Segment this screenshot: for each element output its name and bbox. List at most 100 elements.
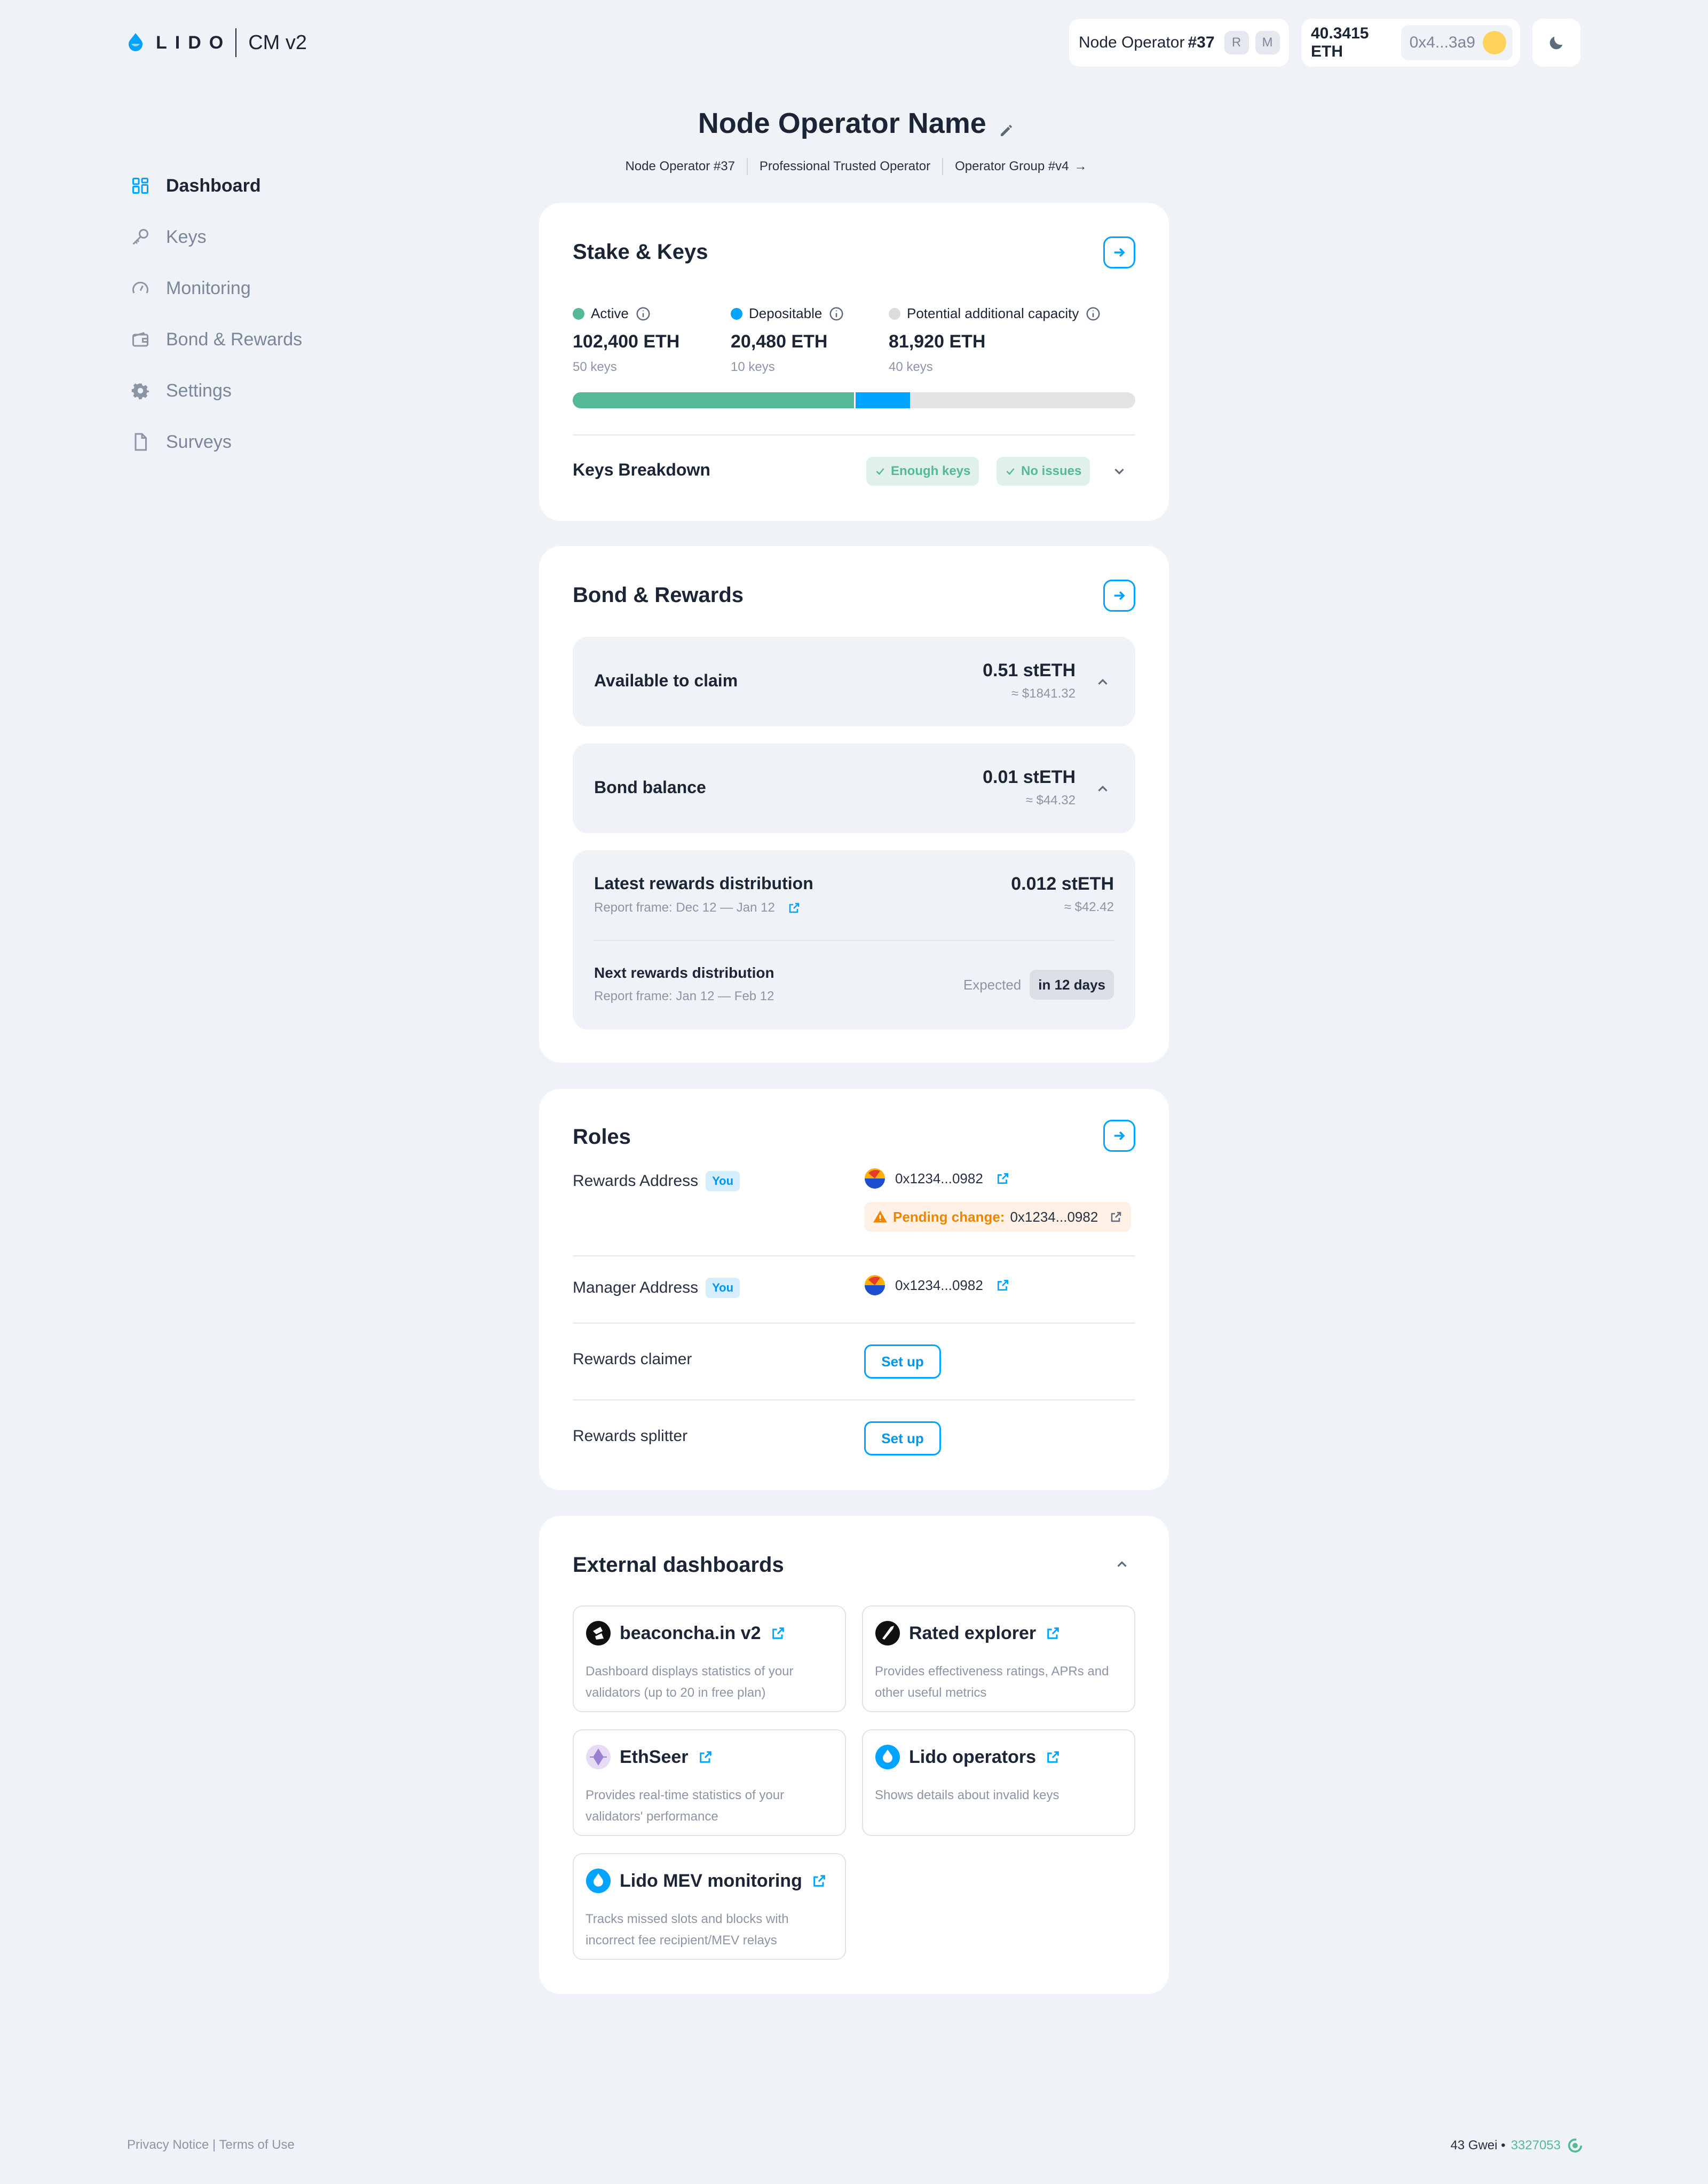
ext-dashboard-name: Lido MEV monitoring <box>620 1870 802 1891</box>
sidebar-item-label: Keys <box>166 226 207 247</box>
rewards-claimer-label: Rewards claimer <box>573 1350 692 1368</box>
wallet-icon <box>132 332 148 347</box>
chevron-up-icon[interactable] <box>1095 781 1111 797</box>
info-icon[interactable] <box>1085 306 1101 322</box>
external-link-icon <box>813 1875 825 1887</box>
breadcrumb-operator-type: Professional Trusted Operator <box>759 159 931 173</box>
badge-label: Enough keys <box>891 464 971 478</box>
external-link-icon[interactable] <box>996 1278 1010 1292</box>
roles-title: Roles <box>573 1125 631 1149</box>
theme-toggle-button[interactable] <box>1532 19 1580 67</box>
arrow-right-icon <box>1114 1131 1125 1141</box>
stake-progress-bar <box>573 392 1135 408</box>
lido-icon <box>586 1869 611 1893</box>
external-dashboards-title: External dashboards <box>573 1553 784 1577</box>
roles-open-button[interactable] <box>1103 1120 1135 1152</box>
external-link-icon[interactable] <box>788 901 801 914</box>
sidebar-item-dashboard[interactable]: Dashboard <box>131 160 302 211</box>
info-icon[interactable] <box>635 306 651 322</box>
external-dashboards-card: External dashboards beaconcha.in v2 Dash… <box>539 1516 1169 1994</box>
pending-label: Pending change: <box>893 1208 1005 1225</box>
footer-links[interactable]: Privacy Notice | Terms of Use <box>127 2138 295 2153</box>
breadcrumb-operator: Node Operator #37 <box>625 159 735 173</box>
external-link-icon <box>1047 1751 1059 1763</box>
bond-rewards-card: Bond & Rewards Available to claim 0.51 s… <box>539 546 1169 1063</box>
active-dot <box>573 307 584 320</box>
sidebar-item-settings[interactable]: Settings <box>131 365 302 416</box>
rated-icon <box>875 1621 900 1645</box>
role-label-text: Rewards Address <box>573 1172 699 1190</box>
chevron-up-icon[interactable] <box>1114 1556 1130 1572</box>
ext-dashboard-ethseer[interactable]: EthSeer Provides real-time statistics of… <box>573 1729 846 1836</box>
external-link-icon <box>772 1627 784 1639</box>
key-icon <box>132 229 148 245</box>
stat-label: Active <box>591 305 629 321</box>
expected-value-badge: in 12 days <box>1030 970 1114 1000</box>
external-link-icon[interactable] <box>1110 1210 1122 1223</box>
info-icon[interactable] <box>828 306 844 322</box>
operator-switcher[interactable]: Node Operator #37 R M <box>1069 19 1289 67</box>
address-text: 0x1234...0982 <box>895 1170 983 1186</box>
app-logo[interactable]: LIDO CM v2 <box>127 28 307 57</box>
rewards-claimer-setup-button[interactable]: Set up <box>864 1344 941 1379</box>
bond-rewards-title: Bond & Rewards <box>573 583 744 607</box>
sidebar-item-label: Dashboard <box>166 175 261 196</box>
bond-rewards-open-button[interactable] <box>1103 580 1135 612</box>
block-number: 3327053 <box>1511 2138 1561 2153</box>
stake-keys-title: Stake & Keys <box>573 240 708 264</box>
divider <box>573 1399 1135 1400</box>
manager-address-label: Manager Address You <box>573 1278 740 1298</box>
stake-keys-open-button[interactable] <box>1103 236 1135 268</box>
chevron-down-icon[interactable] <box>1111 463 1127 479</box>
breadcrumb-separator <box>746 158 748 175</box>
wallet-card[interactable]: 40.3415 ETH 0x4...3a9 <box>1301 19 1520 67</box>
breadcrumb-operator-group[interactable]: Operator Group #v4 <box>955 159 1069 174</box>
bond-balance-row[interactable]: Bond balance 0.01 stETH ≈ $44.32 <box>573 743 1135 833</box>
ext-dashboard-rated[interactable]: Rated explorer Provides effectiveness ra… <box>862 1605 1135 1712</box>
latest-frame-text: Report frame: Dec 12 — Jan 12 <box>594 900 775 915</box>
bond-balance-value: 0.01 stETH <box>983 767 1076 787</box>
keys-breakdown-label[interactable]: Keys Breakdown <box>573 460 710 480</box>
sidebar-item-keys[interactable]: Keys <box>131 211 302 263</box>
app-wordmark: LIDO <box>156 32 232 53</box>
stake-bar-active <box>573 392 854 408</box>
role-badge-manager: M <box>1255 31 1280 54</box>
sidebar-item-surveys[interactable]: Surveys <box>131 416 302 468</box>
rewards-address-label: Rewards Address You <box>573 1171 740 1191</box>
available-usd: ≈ $1841.32 <box>1011 686 1076 701</box>
roles-card: Roles Rewards Address You 0x1234...0982 … <box>539 1089 1169 1490</box>
document-icon <box>135 433 147 451</box>
latest-report-frame: Report frame: Dec 12 — Jan 12 <box>594 900 801 915</box>
network-status: 43 Gwei • 3327053 <box>1450 2138 1583 2154</box>
stat-active: Active 102,400 ETH 50 keys <box>573 305 679 375</box>
page-title: Node Operator Name <box>539 107 1173 140</box>
address-avatar-icon <box>865 1275 885 1295</box>
wallet-address-button[interactable]: 0x4...3a9 <box>1401 25 1513 60</box>
arrow-right-icon <box>1114 248 1125 257</box>
logo-divider <box>235 28 237 57</box>
ext-dashboard-name: EthSeer <box>620 1746 689 1767</box>
stat-depositable: Depositable 20,480 ETH 10 keys <box>731 305 844 375</box>
ext-dashboard-desc: Provides effectiveness ratings, APRs and… <box>875 1664 1109 1700</box>
address-text: 0x1234...0982 <box>895 1277 983 1293</box>
sidebar-item-bond-rewards[interactable]: Bond & Rewards <box>131 314 302 365</box>
external-link-icon[interactable] <box>996 1172 1010 1185</box>
available-to-claim-row[interactable]: Available to claim 0.51 stETH ≈ $1841.32 <box>573 637 1135 726</box>
ext-dashboard-lido-mev[interactable]: Lido MEV monitoring Tracks missed slots … <box>573 1853 846 1960</box>
chevron-up-icon[interactable] <box>1095 674 1111 690</box>
badge-label: No issues <box>1021 464 1082 478</box>
ext-dashboard-beaconchain[interactable]: beaconcha.in v2 Dashboard displays stati… <box>573 1605 846 1712</box>
ext-dashboard-desc: Tracks missed slots and blocks with inco… <box>586 1912 789 1948</box>
address-avatar-icon <box>865 1168 885 1189</box>
ext-dashboard-lido-operators[interactable]: Lido operators Shows details about inval… <box>862 1729 1135 1836</box>
sidebar-item-monitoring[interactable]: Monitoring <box>131 263 302 314</box>
rewards-address-value: 0x1234...0982 <box>864 1168 1010 1189</box>
wallet-avatar <box>1483 31 1506 54</box>
edit-pencil-icon[interactable] <box>998 123 1014 139</box>
arrow-right-icon <box>1114 591 1125 600</box>
next-report-frame: Report frame: Jan 12 — Feb 12 <box>594 989 774 1003</box>
ext-dashboard-name: beaconcha.in v2 <box>620 1623 761 1643</box>
rewards-splitter-setup-button[interactable]: Set up <box>864 1421 941 1455</box>
gear-icon <box>131 383 149 400</box>
lido-icon <box>875 1745 900 1769</box>
